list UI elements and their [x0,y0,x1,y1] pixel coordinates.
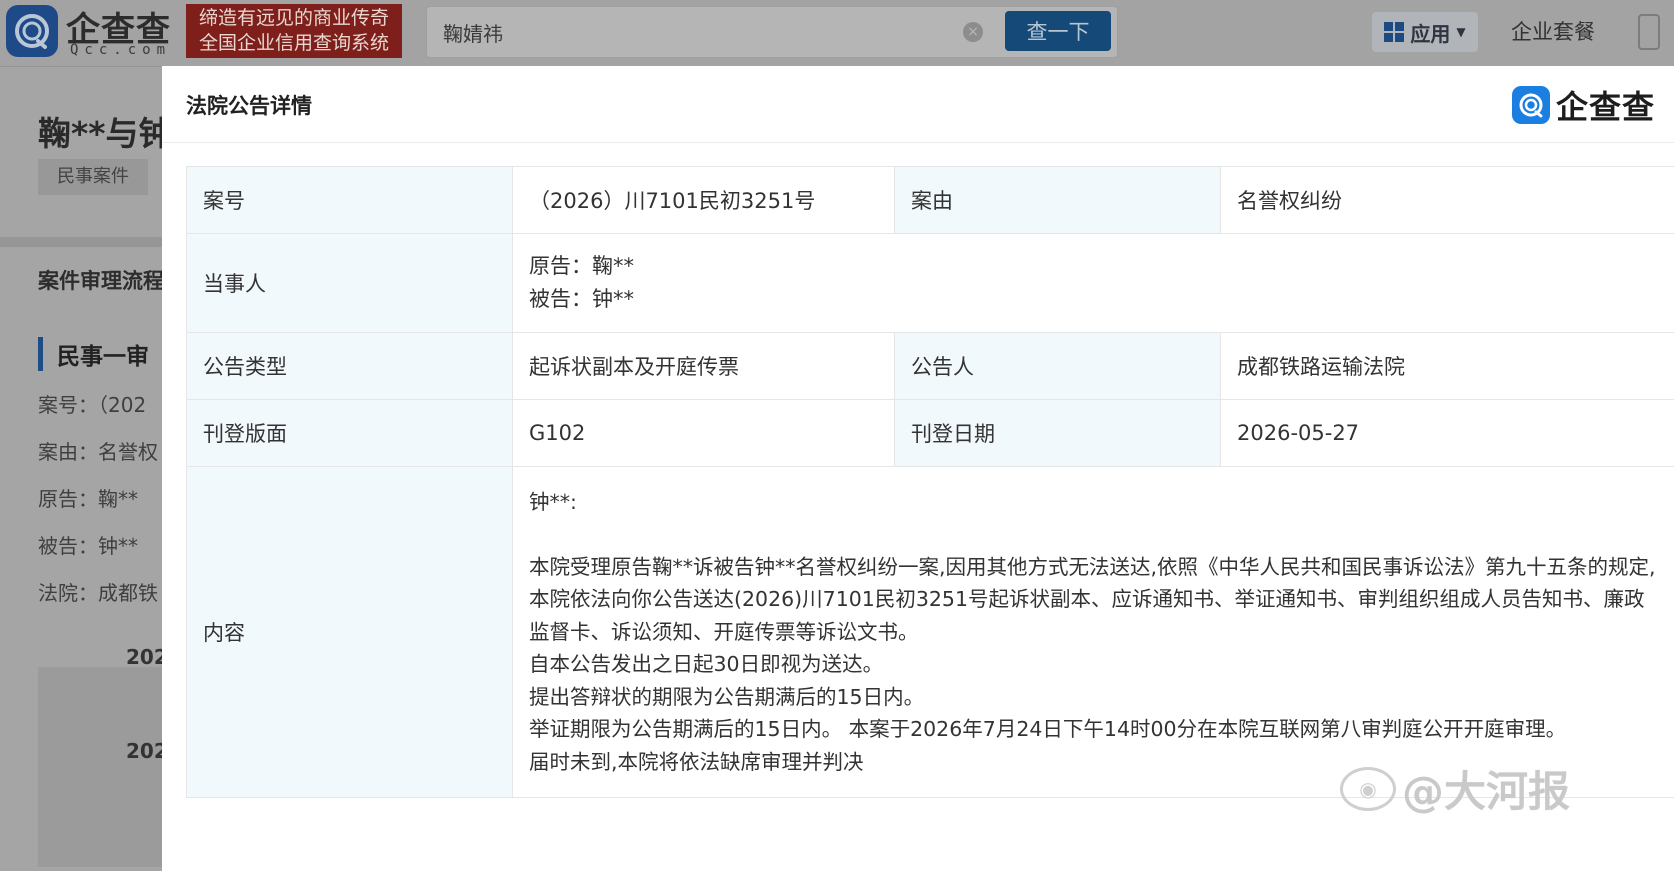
brand-logo: 企查查 [1512,82,1655,128]
search-box: × 查一下 [426,6,1118,58]
notice-type-label: 公告类型 [186,332,513,400]
content-label: 内容 [186,466,513,798]
case-type-tag: 民事案件 [38,159,148,195]
court-notice-modal: 法院公告详情 企查查 案号 （2026）川7101民初3251号 案由 名誉权纠… [162,66,1674,871]
plaintiff-text: 原告：鞠** [529,254,634,278]
publish-page-label: 刊登版面 [186,399,513,467]
case-title: 鞠**与钟 [38,114,172,153]
content-line: 自本公告发出之日起30日即视为送达。 [529,652,884,676]
notice-content: 钟**: 本院受理原告鞠**诉被告钟**名誉权纠纷一案,因用其他方式无法送达,依… [529,472,1658,792]
weibo-watermark: ◉ @大河报 [1340,758,1570,819]
cause-value: 名誉权纠纷 [1220,166,1674,234]
cause-label: 案由 [894,166,1221,234]
trial-stage-heading: 民事一审 [38,337,149,371]
bg-court: 法院：成都铁 [38,581,158,605]
qcc-brand-icon [1512,86,1550,124]
timeline-card [38,667,170,867]
defendant-text: 被告：钟** [529,287,634,311]
modal-title: 法院公告详情 [186,94,312,118]
section-divider [0,237,170,247]
content-line: 提出答辩状的期限为公告期满后的15日内。 [529,684,925,709]
bg-plaintiff: 原告：鞠** [38,487,138,511]
content-line: 举证期限为公告期满后的15日内。 本案于2026年7月24日下午14时00分在本… [529,717,1567,741]
background-page: 鞠**与钟 民事案件 案件审理流程 民事一审 案号：（202 案由：名誉权 原告… [0,67,172,871]
table-row: 案号 （2026）川7101民初3251号 案由 名誉权纠纷 [186,166,1674,234]
search-button[interactable]: 查一下 [1005,11,1111,51]
modal-header: 法院公告详情 企查查 [162,66,1674,143]
table-row: 当事人 原告：鞠** 被告：钟** [186,233,1674,333]
weibo-icon: ◉ [1340,766,1396,811]
search-input[interactable] [441,15,965,49]
slogan-line-2: 全国企业信用查询系统 [198,32,389,54]
apps-label: 应用 [1410,21,1451,46]
apps-button[interactable]: 应用 ▼ [1372,12,1478,52]
mobile-phone-icon[interactable] [1638,14,1660,50]
notice-detail-table: 案号 （2026）川7101民初3251号 案由 名誉权纠纷 当事人 原告：鞠*… [186,166,1674,798]
parties-label: 当事人 [186,233,513,333]
bg-cause: 案由：名誉权 [38,440,158,464]
publish-page-value: G102 [512,399,895,467]
slogan-banner: 缔造有远见的商业传奇 全国企业信用查询系统 [186,4,402,58]
bg-defendant: 被告：钟** [38,534,138,558]
table-row: 内容 钟**: 本院受理原告鞠**诉被告钟**名誉权纠纷一案,因用其他方式无法送… [186,466,1674,798]
table-row: 公告类型 起诉状副本及开庭传票 公告人 成都铁路运输法院 [186,332,1674,400]
brand-text: 企查查 [1556,88,1656,126]
slogan-line-1: 缔造有远见的商业传奇 [198,7,389,29]
enterprise-package-link[interactable]: 企业套餐 [1511,16,1595,46]
caret-down-icon: ▼ [1456,25,1466,39]
apps-grid-icon [1384,22,1405,42]
watermark-text: @大河报 [1402,767,1571,816]
qcc-logo-icon[interactable] [6,5,58,57]
trial-process-heading: 案件审理流程 [38,269,164,293]
parties-value: 原告：鞠** 被告：钟** [512,233,1674,333]
announcer-value: 成都铁路运输法院 [1220,332,1674,400]
publish-date-label: 刊登日期 [894,399,1221,467]
case-no-link[interactable]: （2026）川7101民初3251号 [512,166,895,234]
case-no-label: 案号 [186,166,513,234]
publish-date-value: 2026-05-27 [1220,399,1674,467]
clear-icon[interactable]: × [963,22,983,42]
top-header: 企查查 Qcc.com 缔造有远见的商业传奇 全国企业信用查询系统 × 查一下 … [0,0,1674,67]
content-greeting: 钟**: [529,490,577,514]
table-row: 刊登版面 G102 刊登日期 2026-05-27 [186,399,1674,467]
bg-case-no: 案号：（202 [38,393,147,417]
content-paragraph: 本院受理原告鞠**诉被告钟**名誉权纠纷一案,因用其他方式无法送达,依照《中华人… [529,554,1656,644]
announcer-label: 公告人 [894,332,1221,400]
notice-type-value: 起诉状副本及开庭传票 [512,332,895,400]
content-value: 钟**: 本院受理原告鞠**诉被告钟**名誉权纠纷一案,因用其他方式无法送达,依… [512,466,1674,798]
logo-subtext: Qcc.com [70,42,172,58]
